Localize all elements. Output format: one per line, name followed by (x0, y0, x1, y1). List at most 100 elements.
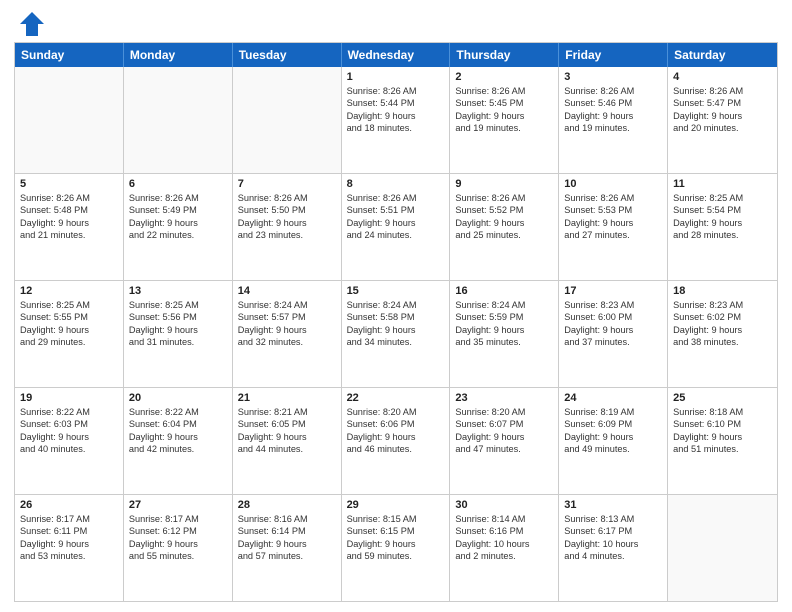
cell-line: Sunset: 6:07 PM (455, 418, 553, 430)
cell-line: Daylight: 9 hours (564, 324, 662, 336)
calendar: SundayMondayTuesdayWednesdayThursdayFrid… (14, 42, 778, 602)
day-number: 18 (673, 285, 772, 297)
cell-line: Daylight: 10 hours (455, 538, 553, 550)
calendar-day-cell: 28Sunrise: 8:16 AMSunset: 6:14 PMDayligh… (233, 495, 342, 601)
calendar-day-cell: 16Sunrise: 8:24 AMSunset: 5:59 PMDayligh… (450, 281, 559, 387)
cell-line: Sunrise: 8:26 AM (455, 85, 553, 97)
day-number: 31 (564, 499, 662, 511)
cell-line: Sunset: 6:15 PM (347, 525, 445, 537)
cell-line: and 27 minutes. (564, 229, 662, 241)
cell-line: and 22 minutes. (129, 229, 227, 241)
cell-line: Sunset: 5:47 PM (673, 97, 772, 109)
day-number: 22 (347, 392, 445, 404)
cell-line: Sunset: 5:59 PM (455, 311, 553, 323)
calendar-day-cell: 9Sunrise: 8:26 AMSunset: 5:52 PMDaylight… (450, 174, 559, 280)
empty-cell (124, 67, 233, 173)
cell-line: and 44 minutes. (238, 443, 336, 455)
day-number: 12 (20, 285, 118, 297)
cell-line: and 47 minutes. (455, 443, 553, 455)
cell-line: Sunrise: 8:21 AM (238, 406, 336, 418)
cell-line: and 49 minutes. (564, 443, 662, 455)
day-number: 16 (455, 285, 553, 297)
calendar-day-cell: 3Sunrise: 8:26 AMSunset: 5:46 PMDaylight… (559, 67, 668, 173)
cell-line: Sunset: 6:02 PM (673, 311, 772, 323)
cell-line: Daylight: 9 hours (238, 324, 336, 336)
cell-line: and 19 minutes. (564, 122, 662, 134)
calendar-day-cell: 27Sunrise: 8:17 AMSunset: 6:12 PMDayligh… (124, 495, 233, 601)
cell-line: Daylight: 9 hours (455, 110, 553, 122)
cell-line: and 24 minutes. (347, 229, 445, 241)
cell-line: and 34 minutes. (347, 336, 445, 348)
cell-line: Sunrise: 8:16 AM (238, 513, 336, 525)
cell-line: Sunset: 5:54 PM (673, 204, 772, 216)
calendar-day-cell: 1Sunrise: 8:26 AMSunset: 5:44 PMDaylight… (342, 67, 451, 173)
cell-line: Sunset: 5:45 PM (455, 97, 553, 109)
page: SundayMondayTuesdayWednesdayThursdayFrid… (0, 0, 792, 612)
cell-line: Sunrise: 8:26 AM (129, 192, 227, 204)
cell-line: Sunset: 5:53 PM (564, 204, 662, 216)
cell-line: Sunset: 5:48 PM (20, 204, 118, 216)
cell-line: Daylight: 9 hours (129, 217, 227, 229)
calendar-row: 12Sunrise: 8:25 AMSunset: 5:55 PMDayligh… (15, 280, 777, 387)
cell-line: Sunset: 6:11 PM (20, 525, 118, 537)
cell-line: Sunrise: 8:26 AM (347, 192, 445, 204)
day-number: 3 (564, 71, 662, 83)
cell-line: Daylight: 9 hours (673, 324, 772, 336)
cell-line: Daylight: 9 hours (238, 431, 336, 443)
day-number: 15 (347, 285, 445, 297)
calendar-row: 1Sunrise: 8:26 AMSunset: 5:44 PMDaylight… (15, 67, 777, 173)
cell-line: and 19 minutes. (455, 122, 553, 134)
cell-line: and 23 minutes. (238, 229, 336, 241)
day-number: 8 (347, 178, 445, 190)
cell-line: Sunrise: 8:24 AM (347, 299, 445, 311)
calendar-day-cell: 8 Sunrise: 8:26 AMSunset: 5:51 PMDaylight… (342, 174, 451, 280)
cell-line: and 2 minutes. (455, 550, 553, 562)
cell-line: Daylight: 9 hours (455, 324, 553, 336)
cell-line: and 55 minutes. (129, 550, 227, 562)
cell-line: Sunset: 6:10 PM (673, 418, 772, 430)
day-number: 10 (564, 178, 662, 190)
calendar-day-cell: 23Sunrise: 8:20 AMSunset: 6:07 PMDayligh… (450, 388, 559, 494)
calendar-day-cell: 25Sunrise: 8:18 AMSunset: 6:10 PMDayligh… (668, 388, 777, 494)
weekday-header: Thursday (450, 43, 559, 67)
cell-line: Daylight: 9 hours (347, 431, 445, 443)
calendar-day-cell: 19Sunrise: 8:22 AMSunset: 6:03 PMDayligh… (15, 388, 124, 494)
day-number: 26 (20, 499, 118, 511)
weekday-header: Monday (124, 43, 233, 67)
cell-line: Sunrise: 8:26 AM (564, 192, 662, 204)
cell-line: Daylight: 9 hours (129, 324, 227, 336)
calendar-day-cell: 7Sunrise: 8:26 AMSunset: 5:50 PMDaylight… (233, 174, 342, 280)
calendar-day-cell: 30Sunrise: 8:14 AMSunset: 6:16 PMDayligh… (450, 495, 559, 601)
cell-line: Daylight: 9 hours (347, 324, 445, 336)
cell-line: Daylight: 9 hours (20, 431, 118, 443)
cell-line: Sunset: 5:52 PM (455, 204, 553, 216)
day-number: 17 (564, 285, 662, 297)
cell-line: Sunrise: 8:25 AM (20, 299, 118, 311)
cell-line: Daylight: 9 hours (129, 538, 227, 550)
cell-line: and 57 minutes. (238, 550, 336, 562)
cell-line: Sunset: 5:51 PM (347, 204, 445, 216)
cell-line: Sunrise: 8:26 AM (455, 192, 553, 204)
cell-line: Daylight: 9 hours (129, 431, 227, 443)
day-number: 4 (673, 71, 772, 83)
calendar-day-cell: 6Sunrise: 8:26 AMSunset: 5:49 PMDaylight… (124, 174, 233, 280)
cell-line: Sunrise: 8:20 AM (455, 406, 553, 418)
cell-line: Daylight: 9 hours (347, 538, 445, 550)
calendar-day-cell: 13Sunrise: 8:25 AMSunset: 5:56 PMDayligh… (124, 281, 233, 387)
cell-line: Sunset: 6:12 PM (129, 525, 227, 537)
calendar-day-cell: 10Sunrise: 8:26 AMSunset: 5:53 PMDayligh… (559, 174, 668, 280)
cell-line: Sunset: 5:44 PM (347, 97, 445, 109)
calendar-day-cell: 29Sunrise: 8:15 AMSunset: 6:15 PMDayligh… (342, 495, 451, 601)
cell-line: and 32 minutes. (238, 336, 336, 348)
calendar-day-cell: 18Sunrise: 8:23 AMSunset: 6:02 PMDayligh… (668, 281, 777, 387)
cell-line: Daylight: 9 hours (564, 110, 662, 122)
calendar-day-cell: 15Sunrise: 8:24 AMSunset: 5:58 PMDayligh… (342, 281, 451, 387)
cell-line: Daylight: 9 hours (347, 217, 445, 229)
cell-line: Sunset: 5:56 PM (129, 311, 227, 323)
cell-line: Sunset: 6:00 PM (564, 311, 662, 323)
calendar-day-cell: 24Sunrise: 8:19 AMSunset: 6:09 PMDayligh… (559, 388, 668, 494)
calendar-day-cell: 17Sunrise: 8:23 AMSunset: 6:00 PMDayligh… (559, 281, 668, 387)
day-number: 27 (129, 499, 227, 511)
weekday-header: Wednesday (342, 43, 451, 67)
calendar-day-cell: 20Sunrise: 8:22 AMSunset: 6:04 PMDayligh… (124, 388, 233, 494)
